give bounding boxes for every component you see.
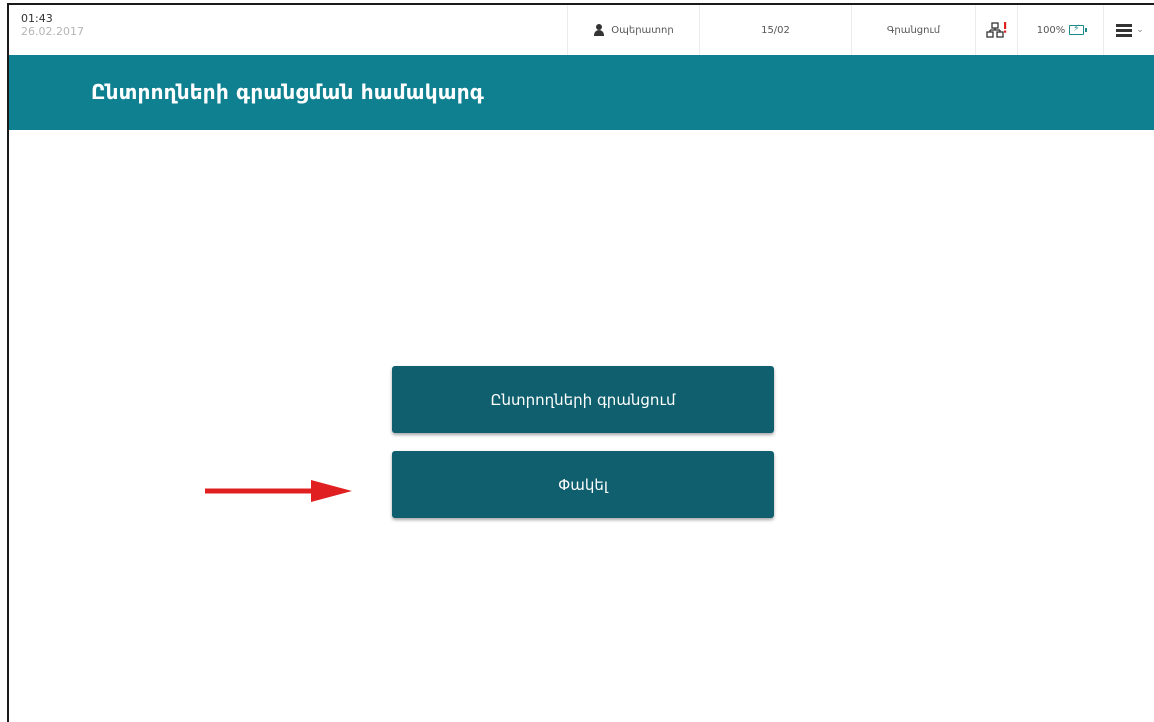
registration-label: Գրանցում — [886, 24, 941, 36]
menu-button[interactable]: ⌄ — [1103, 5, 1154, 55]
battery-percent: 100% — [1036, 24, 1066, 36]
status-bar: 01:43 26.02.2017 Օպերատոր 15/02 Գրանցում — [9, 5, 1154, 56]
close-button[interactable]: Փակել — [392, 451, 774, 518]
arrow-right-icon — [205, 480, 352, 502]
hamburger-menu-icon — [1116, 24, 1133, 37]
user-icon — [593, 24, 605, 36]
app-window: 01:43 26.02.2017 Օպերատոր 15/02 Գրանցում — [7, 3, 1154, 722]
page-header: Ընտրողների գրանցման համակարգ — [9, 55, 1154, 130]
page-title: Ընտրողների գրանցման համակարգ — [91, 80, 485, 104]
network-icon — [985, 22, 1006, 38]
battery-charging-icon: ⚡ — [1069, 24, 1088, 35]
operator-status[interactable]: Օպերատոր — [567, 5, 699, 55]
voter-registration-button[interactable]: Ընտրողների գրանցում — [392, 366, 774, 433]
clock-date: 26.02.2017 — [21, 25, 84, 38]
chevron-down-icon: ⌄ — [1136, 25, 1144, 35]
clock: 01:43 26.02.2017 — [21, 12, 84, 38]
battery-status: 100% ⚡ — [1017, 5, 1103, 55]
network-status[interactable] — [975, 5, 1017, 55]
clock-time: 01:43 — [21, 12, 53, 25]
registration-status[interactable]: Գրանցում — [851, 5, 975, 55]
count-value: 15/02 — [761, 24, 790, 36]
count-status: 15/02 — [699, 5, 851, 55]
operator-label: Օպերատոր — [611, 24, 674, 36]
